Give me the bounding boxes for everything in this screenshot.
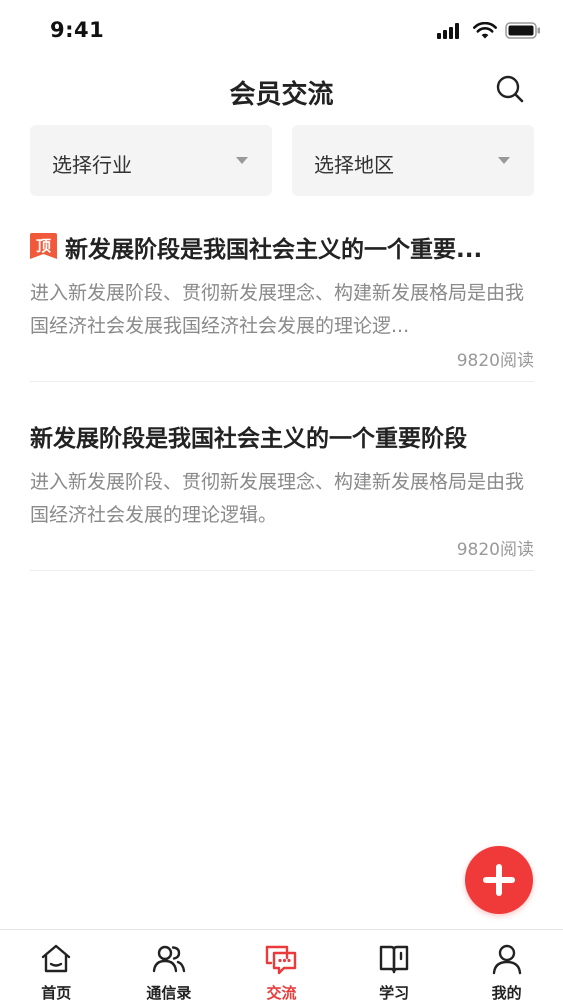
article-read-count: 9820阅读 [456,351,534,371]
status-icons [437,22,541,39]
add-post-button[interactable] [465,846,533,914]
article-title: 新发展阶段是我国社会主义的一个重要... [65,237,483,263]
user-icon [492,944,521,975]
filter-bar: 选择行业 选择地区 [30,125,534,196]
tab-profile-label: 我的 [491,984,522,1002]
status-bar: 9:41 [0,0,563,60]
battery-icon [505,22,540,39]
tab-home-label: 首页 [41,984,72,1002]
tab-study[interactable]: 学习 [338,930,451,1007]
contacts-icon [152,945,186,973]
article-title-row: 新发展阶段是我国社会主义的一个重要阶段 [30,416,534,456]
caret-down-icon [498,157,510,164]
region-select[interactable]: 选择地区 [292,125,534,196]
tab-contacts[interactable]: 通信录 [113,930,226,1007]
article-summary: 进入新发展阶段、贯彻新发展理念、构建新发展格局是由我国经济社会发展的理论逻辑。 [30,471,525,526]
status-time: 9:41 [50,18,105,42]
search-icon [496,75,524,103]
article-item[interactable]: 顶 新发展阶段是我国社会主义的一个重要... 进入新发展阶段、贯彻新发展理念、构… [30,227,534,382]
header: 会员交流 [0,62,563,118]
tab-study-label: 学习 [379,984,410,1002]
search-button[interactable] [495,74,525,104]
screen: 9:41 会员交流 选择行业 选择地区 顶 新发展阶段是我国社会主义的一个重要.… [0,0,563,1007]
article-read-count: 9820阅读 [456,540,534,560]
pin-badge: 顶 [30,232,57,262]
region-select-label: 选择地区 [314,153,394,177]
article-title-row: 顶 新发展阶段是我国社会主义的一个重要... [30,227,534,267]
wifi-icon [473,22,497,39]
article-summary: 进入新发展阶段、贯彻新发展理念、构建新发展格局是由我国经济社会发展我国经济社会发… [30,282,525,337]
tab-home[interactable]: 首页 [0,930,113,1007]
tab-profile[interactable]: 我的 [450,930,563,1007]
home-icon [42,944,71,973]
pin-badge-label: 顶 [35,236,51,255]
page-title: 会员交流 [229,80,334,110]
signal-icon [437,22,459,39]
caret-down-icon [236,157,248,164]
book-icon [379,945,409,974]
divider [30,570,534,571]
divider [30,381,534,382]
industry-select[interactable]: 选择行业 [30,125,272,196]
tab-bar: 首页 通信录 交流 学习 我的 [0,929,563,1007]
chat-icon [266,945,297,975]
article-title: 新发展阶段是我国社会主义的一个重要阶段 [30,426,467,452]
tab-chat[interactable]: 交流 [225,930,338,1007]
article-item[interactable]: 新发展阶段是我国社会主义的一个重要阶段 进入新发展阶段、贯彻新发展理念、构建新发… [30,416,534,571]
industry-select-label: 选择行业 [52,153,132,177]
tab-contacts-label: 通信录 [146,984,192,1002]
tab-chat-label: 交流 [266,984,297,1002]
